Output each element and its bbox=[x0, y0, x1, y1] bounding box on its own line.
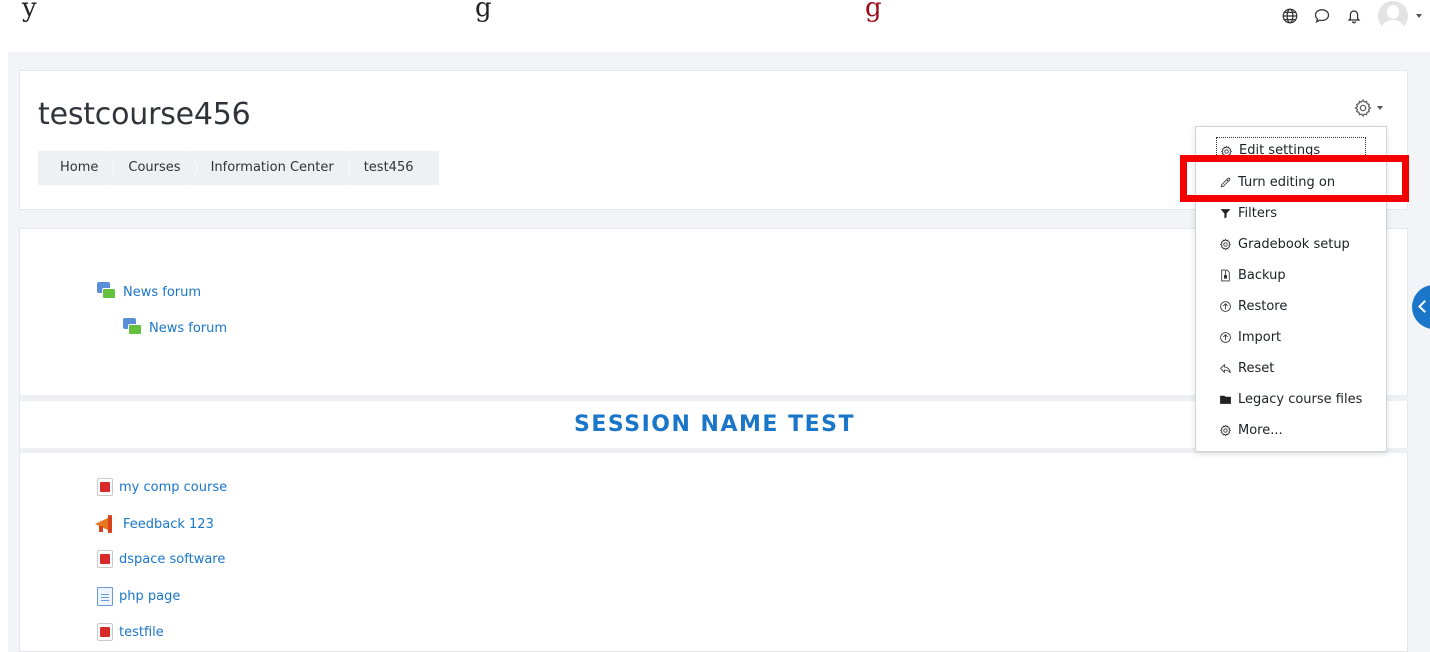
breadcrumb-category[interactable]: Information Center bbox=[191, 151, 351, 185]
page-title: testcourse456 bbox=[38, 97, 251, 132]
annotation-highlight-box bbox=[1180, 155, 1409, 202]
language-globe-icon[interactable] bbox=[1274, 0, 1306, 32]
activity-link-news-forum[interactable]: News forum bbox=[97, 282, 201, 302]
activity-link-my-comp-course[interactable]: my comp course bbox=[97, 478, 227, 496]
top-navbar: ygg bbox=[0, 0, 1430, 52]
breadcrumb-current: test456 bbox=[363, 160, 414, 175]
forum-icon bbox=[97, 282, 117, 302]
feedback-icon bbox=[93, 514, 117, 534]
forum-icon bbox=[123, 318, 143, 338]
navbar-icons bbox=[1274, 0, 1422, 32]
breadcrumb-courses[interactable]: Courses bbox=[108, 151, 198, 185]
menu-item-more[interactable]: More... bbox=[1196, 415, 1386, 445]
breadcrumb: Home Courses Information Center test456 bbox=[38, 151, 440, 185]
pdf-icon bbox=[97, 478, 113, 496]
menu-item-import[interactable]: Import bbox=[1196, 322, 1386, 352]
activity-link-dspace-software[interactable]: dspace software bbox=[97, 550, 225, 568]
page-icon bbox=[97, 587, 113, 606]
gear-icon bbox=[1218, 423, 1232, 437]
menu-item-label: Legacy course files bbox=[1238, 391, 1363, 407]
activity-label: News forum bbox=[123, 284, 202, 300]
activity-label: Feedback 123 bbox=[123, 516, 214, 532]
menu-item-restore[interactable]: Restore bbox=[1196, 291, 1386, 321]
menu-item-filters[interactable]: Filters bbox=[1196, 198, 1386, 228]
menu-item-gradebook-setup[interactable]: Gradebook setup bbox=[1196, 229, 1386, 259]
course-settings-menu-toggle[interactable] bbox=[1353, 96, 1389, 120]
menu-item-label: Restore bbox=[1238, 298, 1288, 314]
menu-item-label: Reset bbox=[1238, 360, 1275, 376]
menu-item-legacy-course-files[interactable]: Legacy course files bbox=[1196, 384, 1386, 414]
activity-link-feedback-123[interactable]: Feedback 123 bbox=[93, 514, 214, 534]
moodle-course-page: y g g testcourse456 Home Courses Informati… bbox=[0, 0, 1430, 652]
file-archive-icon bbox=[1218, 268, 1232, 282]
user-avatar[interactable] bbox=[1378, 1, 1408, 31]
activity-link-php-page[interactable]: php page bbox=[97, 587, 180, 606]
reply-icon bbox=[1218, 361, 1232, 375]
menu-item-label: Gradebook setup bbox=[1238, 236, 1350, 252]
banner-text-fragment-red: g bbox=[865, 0, 882, 23]
activity-label: php page bbox=[119, 589, 181, 604]
banner-text-fragment: y bbox=[22, 0, 37, 23]
activity-link-news-forum-sub[interactable]: News forum bbox=[123, 318, 227, 338]
menu-item-backup[interactable]: Backup bbox=[1196, 260, 1386, 290]
notifications-bell-icon[interactable] bbox=[1338, 0, 1370, 32]
menu-item-label: More... bbox=[1238, 422, 1283, 438]
activity-label: my comp course bbox=[119, 479, 228, 495]
banner-text-fragment: g bbox=[475, 0, 492, 23]
activity-label: testfile bbox=[119, 624, 164, 640]
chevron-down-icon bbox=[1377, 106, 1383, 110]
activity-label: dspace software bbox=[119, 551, 226, 567]
menu-item-label: Backup bbox=[1238, 267, 1286, 283]
menu-item-label: Filters bbox=[1238, 205, 1277, 221]
pdf-icon bbox=[97, 550, 113, 568]
upload-circle-icon bbox=[1218, 299, 1232, 313]
breadcrumb-home[interactable]: Home bbox=[38, 151, 116, 185]
folder-icon bbox=[1218, 392, 1232, 406]
filter-icon bbox=[1218, 206, 1232, 220]
gear-icon bbox=[1354, 99, 1372, 117]
activity-link-testfile[interactable]: testfile bbox=[97, 623, 164, 641]
gear-icon bbox=[1218, 237, 1232, 251]
upload-circle-icon bbox=[1218, 330, 1232, 344]
messages-icon[interactable] bbox=[1306, 0, 1338, 32]
menu-item-reset[interactable]: Reset bbox=[1196, 353, 1386, 383]
activity-label: News forum bbox=[149, 320, 228, 336]
pdf-icon bbox=[97, 623, 113, 641]
user-menu-caret-icon[interactable] bbox=[1416, 14, 1422, 18]
menu-item-label: Import bbox=[1238, 329, 1282, 345]
